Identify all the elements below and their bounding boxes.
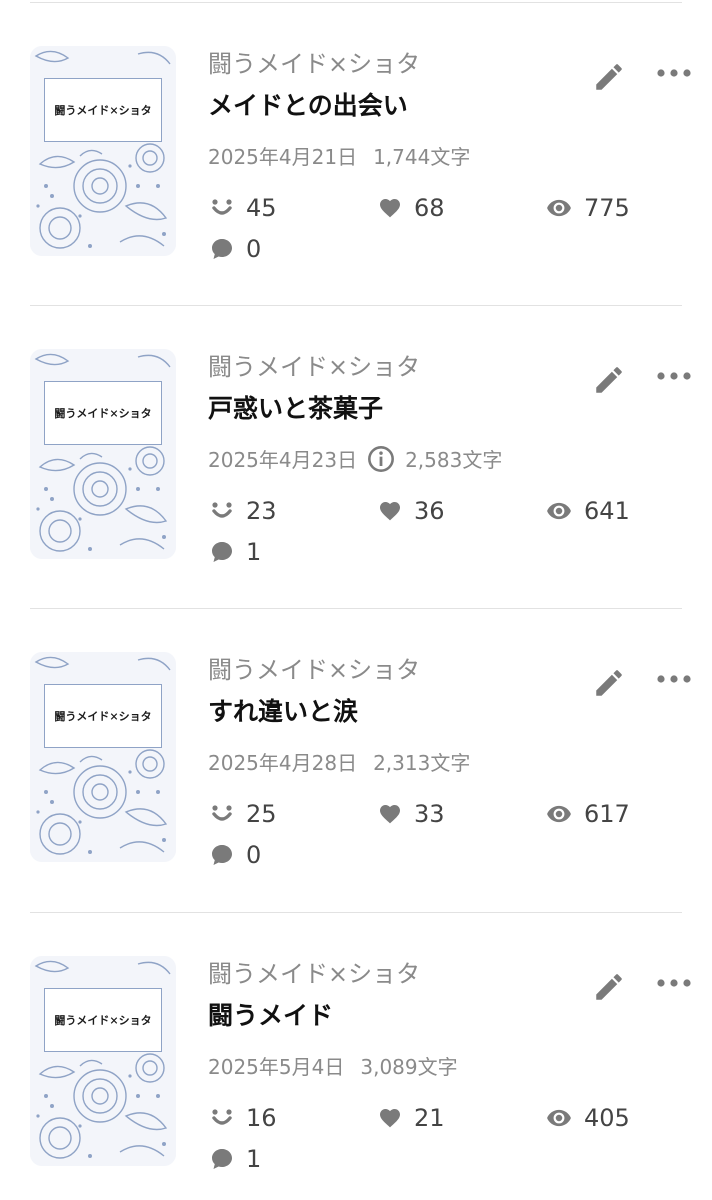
comment-icon [212,239,232,259]
meta-row: 2025年5月4日 3,089文字 [208,1051,458,1080]
cover-title: 闘うメイド×ショタ [44,684,162,748]
char-count: 2,583文字 [405,448,503,472]
view-count: 641 [546,497,630,525]
info-icon[interactable] [367,445,395,473]
publish-date: 2025年4月21日 [208,145,358,169]
meta-row: 2025年4月23日 2,583文字 [208,444,502,473]
view-value: 641 [584,497,630,525]
work-item[interactable]: 闘うメイド×ショタ 闘うメイド×ショタ 戸惑いと茶菓子 2025年4月23日 2… [0,305,712,585]
heart-icon [380,1109,400,1128]
reaction-icon [212,805,232,821]
like-value: 21 [414,1104,445,1132]
series-name[interactable]: 闘うメイド×ショタ [208,650,420,685]
series-name[interactable]: 闘うメイド×ショタ [208,44,420,79]
eye-icon [547,502,571,520]
like-count[interactable]: 36 [378,497,445,525]
view-value: 617 [584,800,630,828]
pencil-icon [596,64,622,90]
meta-row: 2025年4月28日 2,313文字 [208,747,470,776]
cover-title: 闘うメイド×ショタ [44,381,162,445]
like-value: 33 [414,800,445,828]
work-item[interactable]: 闘うメイド×ショタ 闘うメイド×ショタ メイドとの出会い 2025年4月21日 … [0,2,712,282]
episode-title[interactable]: メイドとの出会い [208,86,408,122]
work-item[interactable]: 闘うメイド×ショタ 闘うメイド×ショタ すれ違いと涙 2025年4月28日 2,… [0,608,712,888]
eye-icon [547,805,571,823]
reaction-icon [212,199,232,215]
reaction-count[interactable]: 16 [210,1104,277,1132]
comment-value: 0 [246,235,262,263]
cover-title: 闘うメイド×ショタ [44,78,162,142]
comment-count[interactable]: 1 [210,538,261,566]
comment-value: 1 [246,538,262,566]
reaction-value: 16 [246,1104,277,1132]
work-item[interactable]: 闘うメイド×ショタ 闘うメイド×ショタ 闘うメイド 2025年5月4日 3,08… [0,912,712,1192]
comment-count[interactable]: 1 [210,1145,261,1173]
char-count: 2,313文字 [373,751,471,775]
episode-title[interactable]: 闘うメイド [208,996,333,1032]
comment-icon [212,542,232,562]
reaction-count[interactable]: 23 [210,497,277,525]
comment-value: 1 [246,1145,262,1173]
more-button[interactable] [654,974,694,992]
episode-title[interactable]: すれ違いと涙 [208,692,358,728]
edit-button[interactable] [592,363,626,397]
reaction-icon [212,1109,232,1125]
reaction-value: 45 [246,194,277,222]
like-value: 36 [414,497,445,525]
cover-image[interactable]: 闘うメイド×ショタ [30,652,176,862]
reaction-value: 25 [246,800,277,828]
cover-image[interactable]: 闘うメイド×ショタ [30,956,176,1166]
comment-icon [212,845,232,865]
meta-row: 2025年4月21日 1,744文字 [208,141,470,170]
work-list: 闘うメイド×ショタ 闘うメイド×ショタ メイドとの出会い 2025年4月21日 … [0,0,712,1200]
more-icon [657,372,691,380]
more-button[interactable] [654,670,694,688]
eye-icon [547,199,571,217]
cover-title: 闘うメイド×ショタ [44,988,162,1052]
publish-date: 2025年4月28日 [208,751,358,775]
cover-image[interactable]: 闘うメイド×ショタ [30,349,176,559]
heart-icon [380,805,400,824]
reaction-count[interactable]: 45 [210,194,277,222]
like-value: 68 [414,194,445,222]
comment-value: 0 [246,841,262,869]
reaction-icon [212,502,232,518]
heart-icon [380,502,400,521]
like-count[interactable]: 68 [378,194,445,222]
series-name[interactable]: 闘うメイド×ショタ [208,954,420,989]
pencil-icon [596,367,622,393]
like-count[interactable]: 33 [378,800,445,828]
edit-button[interactable] [592,666,626,700]
like-count[interactable]: 21 [378,1104,445,1132]
reaction-value: 23 [246,497,277,525]
publish-date: 2025年4月23日 [208,448,358,472]
eye-icon [547,1109,571,1127]
publish-date: 2025年5月4日 [208,1055,345,1079]
cover-image[interactable]: 闘うメイド×ショタ [30,46,176,256]
reaction-count[interactable]: 25 [210,800,277,828]
series-name[interactable]: 闘うメイド×ショタ [208,347,420,382]
view-count: 775 [546,194,630,222]
episode-title[interactable]: 戸惑いと茶菓子 [208,389,383,425]
more-button[interactable] [654,64,694,82]
pencil-icon [596,670,622,696]
more-button[interactable] [654,367,694,385]
comment-icon [212,1149,232,1169]
pencil-icon [596,974,622,1000]
char-count: 3,089文字 [360,1055,458,1079]
more-icon [657,675,691,683]
view-count: 617 [546,800,630,828]
char-count: 1,744文字 [373,145,471,169]
view-count: 405 [546,1104,630,1132]
edit-button[interactable] [592,970,626,1004]
comment-count[interactable]: 0 [210,841,261,869]
view-value: 405 [584,1104,630,1132]
more-icon [657,69,691,77]
comment-count[interactable]: 0 [210,235,261,263]
heart-icon [380,199,400,218]
edit-button[interactable] [592,60,626,94]
view-value: 775 [584,194,630,222]
more-icon [657,979,691,987]
